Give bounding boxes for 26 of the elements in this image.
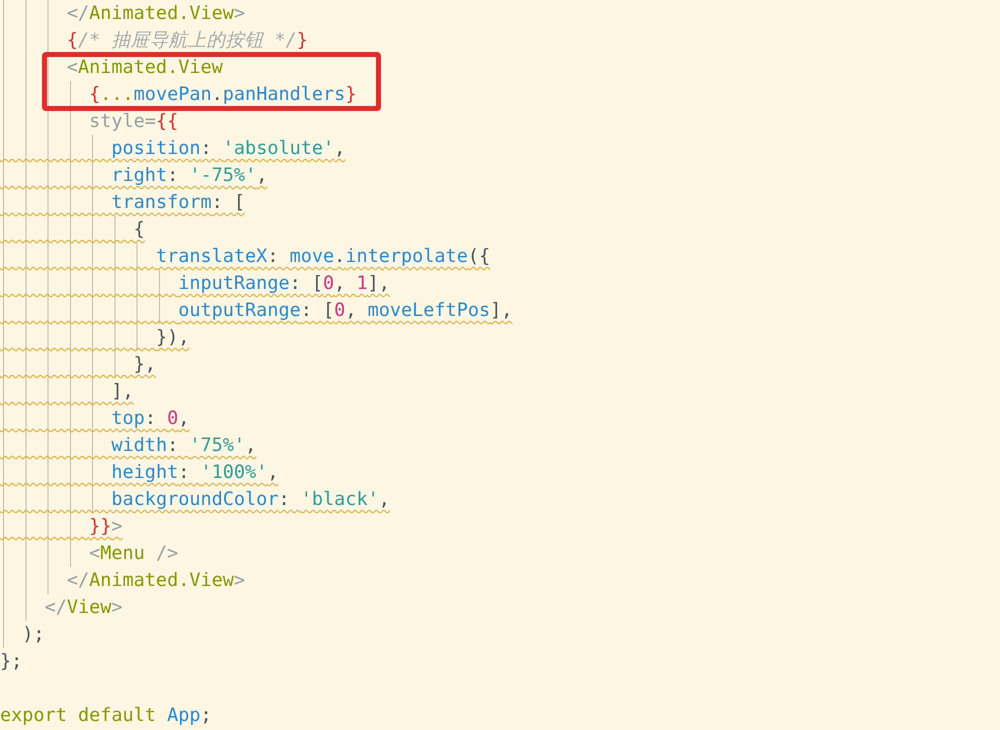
- code-line: export default App;: [0, 705, 212, 726]
- code-line: </View>: [44, 597, 123, 618]
- code-line: {/* 抽屉导航上的按钮 */}: [66, 30, 308, 51]
- code-line: width: '75%',: [111, 435, 256, 456]
- code-line: <Menu />: [89, 543, 178, 564]
- code-line: top: 0,: [111, 408, 190, 429]
- code-line: <Animated.View: [66, 57, 223, 78]
- code-line: }),: [156, 327, 190, 348]
- code-line: backgroundColor: 'black',: [111, 489, 390, 510]
- code-line: right: '-75%',: [111, 165, 268, 186]
- code-line: {: [134, 219, 145, 240]
- code-line: </Animated.View>: [66, 570, 246, 591]
- code-line: outputRange: [0, moveLeftPos],: [178, 300, 512, 321]
- code-line: inputRange: [0, 1],: [178, 273, 390, 294]
- code-line: style={{: [89, 111, 178, 132]
- code-line: </Animated.View>: [66, 3, 246, 24]
- code-line: height: '100%',: [111, 462, 278, 483]
- code-line: {...movePan.panHandlers}: [89, 84, 356, 105]
- code-line: transform: [: [111, 192, 246, 213]
- code-line: };: [0, 651, 22, 672]
- code-line: );: [22, 624, 45, 645]
- code-line: translateX: move.interpolate({: [156, 246, 490, 267]
- code-line: position: 'absolute',: [111, 138, 346, 159]
- code-line: },: [134, 354, 156, 375]
- code-line: }}>: [89, 516, 123, 537]
- code-line: ],: [111, 381, 134, 402]
